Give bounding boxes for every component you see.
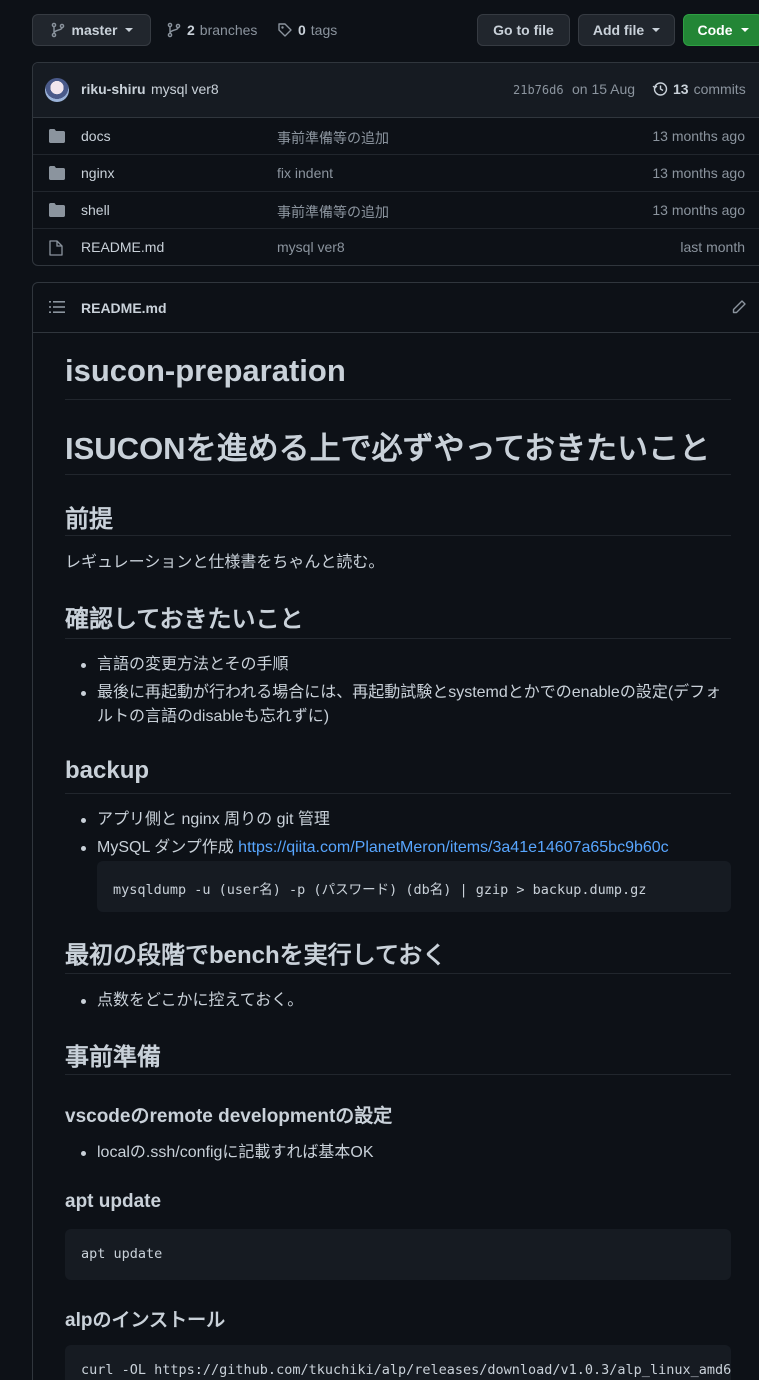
file-age: last month — [680, 239, 745, 255]
list-item: 点数をどこかに控えておく。 — [65, 989, 731, 1013]
git-branch-icon — [166, 22, 182, 38]
code-button[interactable]: Code — [683, 14, 759, 46]
tags-count: 0 — [298, 22, 306, 38]
heading-backup: backup — [65, 757, 731, 794]
folder-icon — [49, 203, 65, 220]
file-commit-message[interactable]: 事前準備等の追加 — [277, 202, 389, 222]
file-age: 13 months ago — [652, 165, 745, 181]
file-icon — [49, 240, 63, 259]
file-name[interactable]: docs — [81, 128, 111, 144]
tags-label: tags — [310, 22, 338, 38]
qiita-link[interactable]: https://qiita.com/PlanetMeron/items/3a41… — [238, 839, 669, 856]
premise-text: レギュレーションと仕様書をちゃんと読む。 — [65, 554, 385, 571]
git-branch-icon — [50, 22, 66, 38]
list-item: localの.ssh/configに記載すれば基本OK — [65, 1141, 731, 1165]
chevron-down-icon — [740, 28, 749, 32]
heading-apt: apt update — [65, 1191, 162, 1212]
tag-icon — [277, 22, 293, 38]
code-label: Code — [697, 22, 733, 38]
list-icon[interactable] — [49, 300, 65, 317]
commits-label: commits — [693, 81, 746, 97]
list-item: アプリ側と nginx 周りの git 管理 — [65, 808, 731, 832]
backup-list: アプリ側と nginx 周りの git 管理 MySQL ダンプ作成 https… — [65, 808, 731, 860]
code-block-apt: apt update — [65, 1229, 731, 1280]
list-item-text: MySQL ダンプ作成 — [97, 839, 239, 856]
heading-confirm: 確認しておきたいこと — [65, 599, 731, 639]
list-item: 最後に再起動が行われる場合には、再起動試験とsystemdとかでのenableの… — [65, 681, 731, 729]
file-row-docs[interactable]: docs 事前準備等の追加 13 months ago — [33, 118, 759, 155]
file-row-readme[interactable]: README.md mysql ver8 last month — [33, 229, 759, 265]
file-browser: riku-shiru mysql ver8 21b76d6 on 15 Aug … — [32, 62, 759, 266]
code-block-mysqldump: mysqldump -u (user名) -p (パスワード) (db名) | … — [97, 861, 731, 912]
history-icon — [652, 81, 668, 97]
commits-count: 13 — [673, 81, 689, 97]
add-file-label: Add file — [592, 22, 645, 38]
pencil-icon[interactable] — [731, 299, 747, 318]
tags-link[interactable]: 0 tags — [277, 14, 337, 46]
folder-icon — [49, 166, 65, 183]
confirm-list: 言語の変更方法とその手順 最後に再起動が行われる場合には、再起動試験とsyste… — [65, 653, 731, 729]
branches-label: branches — [199, 22, 258, 38]
branches-count: 2 — [187, 22, 195, 38]
file-commit-message[interactable]: 事前準備等の追加 — [277, 128, 389, 148]
file-name[interactable]: nginx — [81, 165, 114, 181]
commit-author[interactable]: riku-shiru — [81, 81, 146, 97]
heading-vscode: vscodeのremote developmentの設定 — [65, 1106, 393, 1127]
chevron-down-icon — [125, 28, 134, 32]
avatar[interactable] — [45, 78, 69, 102]
commit-date[interactable]: on 15 Aug — [572, 81, 635, 97]
heading-main: ISUCONを進める上で必ずやっておきたいこと — [65, 423, 731, 475]
chevron-down-icon — [652, 28, 661, 32]
folder-icon — [49, 129, 65, 146]
branches-link[interactable]: 2 branches — [166, 14, 257, 46]
heading-prep: 事前準備 — [65, 1037, 731, 1075]
readme-header: README.md — [33, 283, 759, 333]
bench-list: 点数をどこかに控えておく。 — [65, 989, 731, 1013]
readme-title: README.md — [81, 300, 167, 316]
list-item: MySQL ダンプ作成 https://qiita.com/PlanetMero… — [65, 836, 731, 860]
branch-name: master — [71, 22, 118, 38]
file-name[interactable]: README.md — [81, 239, 164, 255]
add-file-button[interactable]: Add file — [578, 14, 675, 46]
file-age: 13 months ago — [652, 128, 745, 144]
commit-sha[interactable]: 21b76d6 — [513, 83, 564, 97]
commits-link[interactable]: 13 commits — [652, 81, 746, 97]
heading-bench: 最初の段階でbenchを実行しておく — [65, 935, 731, 974]
file-row-shell[interactable]: shell 事前準備等の追加 13 months ago — [33, 192, 759, 229]
heading-alp: alpのインストール — [65, 1310, 226, 1331]
file-age: 13 months ago — [652, 202, 745, 218]
vscode-list: localの.ssh/configに記載すれば基本OK — [65, 1141, 731, 1165]
readme-panel: README.md isucon-preparation ISUCONを進める上… — [32, 282, 759, 1380]
go-to-file-button[interactable]: Go to file — [477, 14, 570, 46]
file-name[interactable]: shell — [81, 202, 110, 218]
heading-premise: 前提 — [65, 499, 731, 536]
latest-commit-bar: riku-shiru mysql ver8 21b76d6 on 15 Aug … — [33, 63, 759, 118]
file-row-nginx[interactable]: nginx fix indent 13 months ago — [33, 155, 759, 192]
branch-select-button[interactable]: master — [32, 14, 151, 46]
repo-toolbar: master 2 branches 0 tags Go to file Add … — [32, 14, 759, 46]
file-commit-message[interactable]: mysql ver8 — [277, 239, 345, 255]
list-item: 言語の変更方法とその手順 — [65, 653, 731, 677]
file-commit-message[interactable]: fix indent — [277, 165, 333, 181]
commit-message[interactable]: mysql ver8 — [151, 81, 219, 97]
code-block-alp: curl -OL https://github.com/tkuchiki/alp… — [65, 1345, 731, 1380]
heading-project: isucon-preparation — [65, 353, 731, 400]
